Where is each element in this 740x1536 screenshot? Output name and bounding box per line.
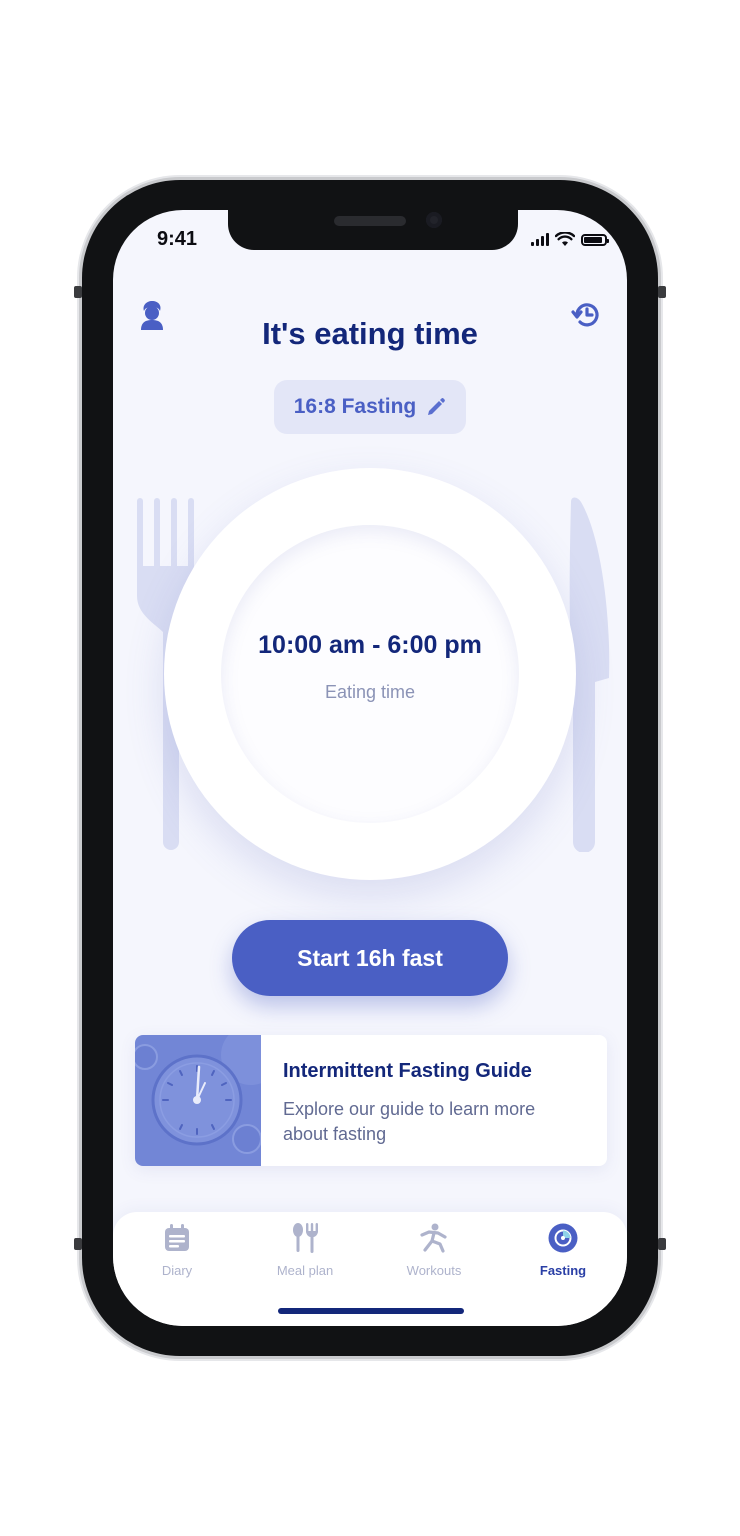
- eating-window-caption: Eating time: [324, 682, 416, 702]
- guide-card-title: Intermittent Fasting Guide: [283, 1060, 532, 1082]
- plate-center: 10:00 am - 6:00 pm Eating time: [221, 525, 519, 823]
- status-time: 9:41: [157, 228, 198, 250]
- tab-diary-label: Diary: [161, 1263, 193, 1278]
- start-fast-button[interactable]: Start 16h fast: [232, 920, 508, 996]
- phone-frame: 9:41 It's eating time 16:8 Fasting 10:00…: [74, 180, 666, 1356]
- battery-icon: [581, 233, 609, 246]
- pencil-icon: [428, 398, 446, 415]
- fasting-guide-card[interactable]: Intermittent Fasting Guide Explore our g…: [135, 1035, 607, 1166]
- app-screen: 9:41 It's eating time 16:8 Fasting 10:00…: [113, 210, 627, 1326]
- clock-illustration-icon: [135, 1035, 281, 1154]
- cutlery-icon: [293, 1223, 318, 1253]
- fasting-timer-icon: [548, 1223, 578, 1253]
- tab-workouts-label: Workouts: [406, 1263, 462, 1278]
- bottom-tab-bar: Diary Meal plan Workouts Fasting: [113, 1212, 627, 1326]
- tab-meal-plan-label: Meal plan: [276, 1263, 334, 1278]
- tab-fasting[interactable]: Fasting: [508, 1222, 618, 1278]
- page-title: It's eating time: [262, 316, 478, 351]
- notch: [228, 210, 518, 250]
- tab-diary[interactable]: Diary: [122, 1222, 232, 1278]
- mute-switch: [74, 286, 82, 298]
- running-figure-icon: [420, 1223, 447, 1253]
- guide-card-image: [135, 1035, 281, 1166]
- power-button: [658, 286, 666, 298]
- volume-button: [74, 1238, 82, 1250]
- cellular-signal-icon: [531, 233, 549, 246]
- plate-dial: 10:00 am - 6:00 pm Eating time: [164, 468, 576, 880]
- wifi-icon: [555, 232, 575, 246]
- home-indicator[interactable]: [278, 1308, 464, 1314]
- tab-meal-plan[interactable]: Meal plan: [250, 1222, 360, 1278]
- fasting-plan-label: 16:8 Fasting: [293, 395, 417, 418]
- fasting-plan-chip[interactable]: 16:8 Fasting: [274, 380, 466, 434]
- calendar-icon: [165, 1224, 189, 1251]
- speaker: [334, 216, 406, 226]
- guide-card-description: Explore our guide to learn more about fa…: [283, 1099, 536, 1144]
- tab-workouts[interactable]: Workouts: [379, 1222, 489, 1278]
- side-button-lower: [658, 1238, 666, 1250]
- front-camera: [426, 212, 442, 228]
- eating-window-time: 10:00 am - 6:00 pm: [258, 631, 482, 659]
- tab-fasting-label: Fasting: [539, 1263, 587, 1278]
- status-icons: [531, 232, 609, 247]
